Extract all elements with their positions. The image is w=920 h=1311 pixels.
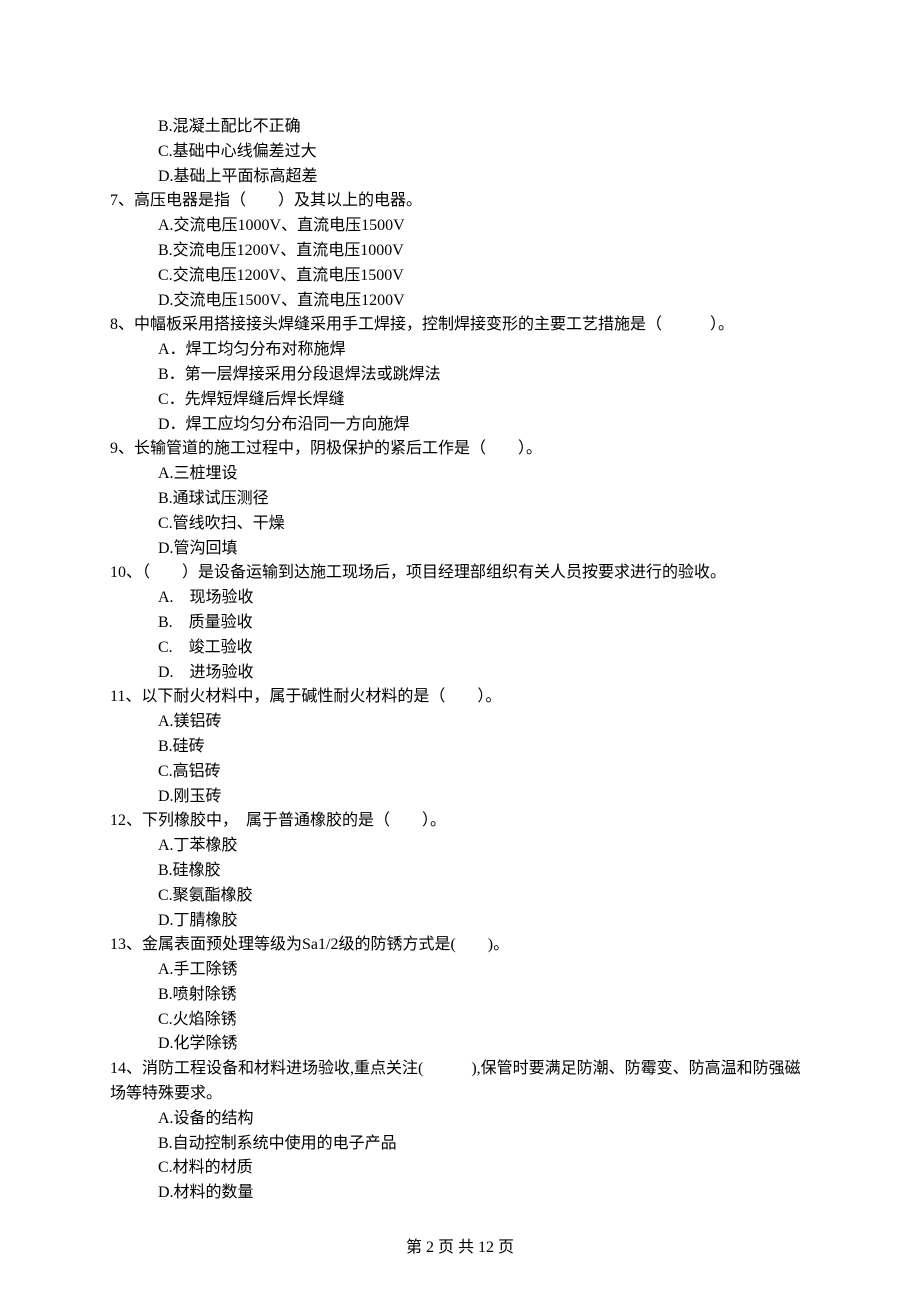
question-9: 9、长输管道的施工过程中，阴极保护的紧后工作是（ ）。 A.三桩埋设 B.通球试…	[110, 437, 810, 561]
option-item: C．先焊短焊缝后焊长焊缝	[158, 388, 810, 413]
question-stem: 7、高压电器是指（ ）及其以上的电器。	[110, 189, 810, 214]
option-item: C.材料的材质	[158, 1156, 810, 1181]
option-item: D．焊工应均匀分布沿同一方向施焊	[158, 413, 810, 438]
question-12: 12、下列橡胶中， 属于普通橡胶的是（ ）。 A.丁苯橡胶 B.硅橡胶 C.聚氨…	[110, 809, 810, 933]
option-item: A.设备的结构	[158, 1107, 810, 1132]
question-8: 8、中幅板采用搭接接头焊缝采用手工焊接，控制焊接变形的主要工艺措施是（ ）。 A…	[110, 313, 810, 437]
question-13: 13、金属表面预处理等级为Sa1/2级的防锈方式是( )。 A.手工除锈 B.喷…	[110, 933, 810, 1057]
option-item: A.镁铝砖	[158, 710, 810, 735]
option-item: D.交流电压1500V、直流电压1200V	[158, 289, 810, 314]
question-stem: 13、金属表面预处理等级为Sa1/2级的防锈方式是( )。	[110, 933, 810, 958]
option-item: B.通球试压测径	[158, 487, 810, 512]
option-item: D.基础上平面标高超差	[158, 165, 810, 190]
option-item: C.高铝砖	[158, 760, 810, 785]
option-item: D.管沟回填	[158, 537, 810, 562]
option-item: D. 进场验收	[158, 661, 810, 686]
question-stem: 12、下列橡胶中， 属于普通橡胶的是（ ）。	[110, 809, 810, 834]
question-14: 14、消防工程设备和材料进场验收,重点关注( ),保管时要满足防潮、防霉变、防高…	[110, 1057, 810, 1206]
option-item: B. 质量验收	[158, 611, 810, 636]
question-7: 7、高压电器是指（ ）及其以上的电器。 A.交流电压1000V、直流电压1500…	[110, 189, 810, 313]
option-item: D.化学除锈	[158, 1032, 810, 1057]
question-10: 10、（ ）是设备运输到达施工现场后，项目经理部组织有关人员按要求进行的验收。 …	[110, 561, 810, 685]
option-item: A.丁苯橡胶	[158, 834, 810, 859]
option-item: B.混凝土配比不正确	[158, 115, 810, 140]
option-item: D.刚玉砖	[158, 785, 810, 810]
option-item: B．第一层焊接采用分段退焊法或跳焊法	[158, 363, 810, 388]
option-item: A.交流电压1000V、直流电压1500V	[158, 214, 810, 239]
option-item: A.三桩埋设	[158, 462, 810, 487]
option-item: C.基础中心线偏差过大	[158, 140, 810, 165]
option-item: A. 现场验收	[158, 586, 810, 611]
option-item: B.硅橡胶	[158, 859, 810, 884]
option-item: C.管线吹扫、干燥	[158, 512, 810, 537]
question-stem: 10、（ ）是设备运输到达施工现场后，项目经理部组织有关人员按要求进行的验收。	[110, 561, 810, 586]
question-stem: 9、长输管道的施工过程中，阴极保护的紧后工作是（ ）。	[110, 437, 810, 462]
question-stem: 11、以下耐火材料中，属于碱性耐火材料的是（ ）。	[110, 685, 810, 710]
page-footer: 第 2 页 共 12 页	[110, 1236, 810, 1261]
option-item: C.聚氨酯橡胶	[158, 884, 810, 909]
question-11: 11、以下耐火材料中，属于碱性耐火材料的是（ ）。 A.镁铝砖 B.硅砖 C.高…	[110, 685, 810, 809]
option-item: B.喷射除锈	[158, 983, 810, 1008]
option-item: D.丁腈橡胶	[158, 909, 810, 934]
carryover-options: B.混凝土配比不正确 C.基础中心线偏差过大 D.基础上平面标高超差	[110, 115, 810, 189]
question-stem: 14、消防工程设备和材料进场验收,重点关注( ),保管时要满足防潮、防霉变、防高…	[110, 1057, 810, 1107]
option-item: B.自动控制系统中使用的电子产品	[158, 1132, 810, 1157]
option-item: C. 竣工验收	[158, 636, 810, 661]
option-item: A.手工除锈	[158, 958, 810, 983]
option-item: C.火焰除锈	[158, 1008, 810, 1033]
option-item: A．焊工均匀分布对称施焊	[158, 338, 810, 363]
option-item: C.交流电压1200V、直流电压1500V	[158, 264, 810, 289]
option-item: B.交流电压1200V、直流电压1000V	[158, 239, 810, 264]
option-item: D.材料的数量	[158, 1181, 810, 1206]
document-body: B.混凝土配比不正确 C.基础中心线偏差过大 D.基础上平面标高超差 7、高压电…	[110, 115, 810, 1261]
option-item: B.硅砖	[158, 735, 810, 760]
question-stem: 8、中幅板采用搭接接头焊缝采用手工焊接，控制焊接变形的主要工艺措施是（ ）。	[110, 313, 810, 338]
